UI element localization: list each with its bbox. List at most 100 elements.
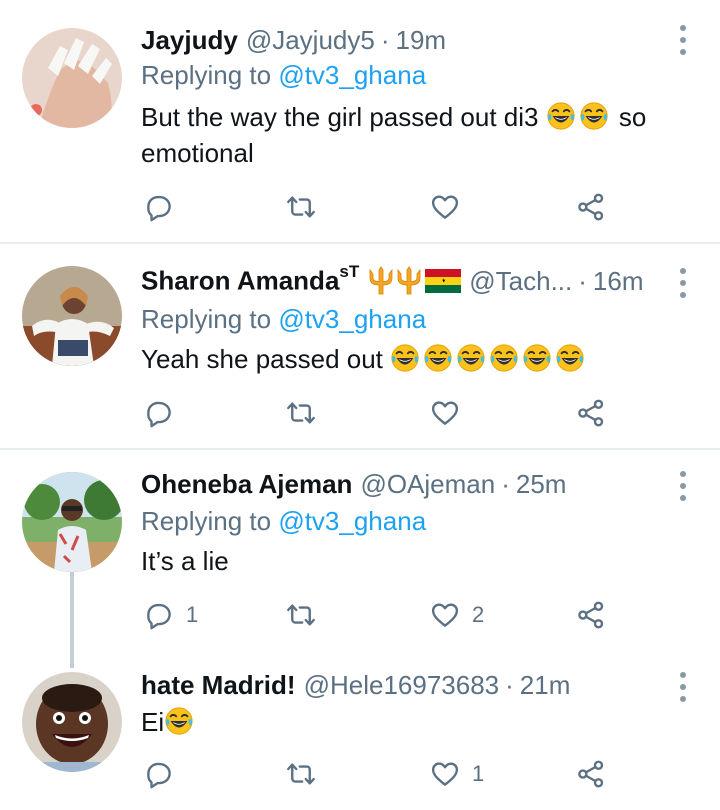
share-button[interactable] xyxy=(576,190,606,224)
tweet-hate-madrid[interactable]: hate Madrid! @Hele16973683 · 21m Ei 1 xyxy=(0,660,720,810)
laughing-emoji xyxy=(546,101,576,131)
display-name[interactable]: Jayjudy xyxy=(141,25,238,56)
avatar[interactable] xyxy=(22,28,122,128)
more-options-icon[interactable] xyxy=(676,25,690,55)
laughing-emoji xyxy=(522,343,552,373)
tweet-text: But the way the girl passed out di3 so e… xyxy=(141,99,691,171)
share-icon xyxy=(576,192,606,222)
share-button[interactable] xyxy=(576,396,606,430)
tweet-text: It’s a lie xyxy=(141,543,691,579)
like-icon xyxy=(430,600,460,630)
tweet-header: Jayjudy @Jayjudy5 · 19m xyxy=(141,20,446,60)
display-name[interactable]: hate Madrid! xyxy=(141,670,296,701)
action-bar xyxy=(0,396,720,430)
avatar[interactable] xyxy=(22,472,122,572)
tweet-oheneba-ajeman[interactable]: Oheneba Ajeman @OAjeman · 25m Replying t… xyxy=(0,450,720,660)
username-handle[interactable]: @Jayjudy5 xyxy=(246,25,375,56)
replying-to: Replying to @tv3_ghana xyxy=(141,506,426,537)
retweet-button[interactable] xyxy=(286,190,316,224)
timestamp[interactable]: 16m xyxy=(593,266,644,297)
reply-icon xyxy=(144,600,174,630)
tweet-jayjudy[interactable]: Jayjudy @Jayjudy5 · 19m Replying to @tv3… xyxy=(0,0,720,242)
tweet-header: Sharon AmandasT @Tach... · 16m xyxy=(141,261,643,301)
share-icon xyxy=(576,398,606,428)
separator-dot: · xyxy=(501,468,510,499)
like-button[interactable] xyxy=(430,396,472,430)
tweet-header: hate Madrid! @Hele16973683 · 21m xyxy=(141,665,570,705)
retweet-icon xyxy=(286,600,316,630)
retweet-icon xyxy=(286,192,316,222)
timestamp[interactable]: 25m xyxy=(516,469,567,500)
action-bar: 1 xyxy=(0,757,720,791)
replying-to-mention[interactable]: @tv3_ghana xyxy=(278,304,426,334)
laughing-emoji xyxy=(390,343,420,373)
tweet-header: Oheneba Ajeman @OAjeman · 25m xyxy=(141,464,566,504)
more-options-icon[interactable] xyxy=(676,268,690,298)
like-icon xyxy=(430,192,460,222)
timestamp[interactable]: 21m xyxy=(520,670,571,701)
tweet-text-main: But the way the girl passed out di3 xyxy=(141,102,546,132)
share-icon xyxy=(576,600,606,630)
action-bar: 1 2 xyxy=(0,598,720,632)
tweet-text-main: Ei xyxy=(141,707,165,737)
trident-emoji xyxy=(395,266,423,296)
trident-emoji xyxy=(367,266,395,296)
replying-to-label: Replying to xyxy=(141,304,279,334)
like-count: 2 xyxy=(472,602,485,627)
replying-to-mention[interactable]: @tv3_ghana xyxy=(278,506,426,536)
replying-to-mention[interactable]: @tv3_ghana xyxy=(278,60,426,90)
laughing-emoji xyxy=(489,343,519,373)
like-icon xyxy=(430,759,460,789)
more-options-icon[interactable] xyxy=(676,672,690,702)
laughing-emoji xyxy=(423,343,453,373)
reply-button[interactable] xyxy=(144,396,186,430)
reply-button[interactable] xyxy=(144,190,186,224)
laughing-emoji xyxy=(579,101,609,131)
like-count: 1 xyxy=(472,761,485,786)
tweet-text: Ei xyxy=(141,704,691,740)
name-superscript: sT xyxy=(339,262,360,282)
retweet-button[interactable] xyxy=(286,396,316,430)
laughing-emoji xyxy=(164,706,194,736)
replying-to-label: Replying to xyxy=(141,506,279,536)
reply-icon xyxy=(144,759,174,789)
like-button[interactable]: 1 xyxy=(430,757,484,791)
reply-icon xyxy=(144,398,174,428)
separator-dot: · xyxy=(380,24,390,55)
reply-button[interactable]: 1 xyxy=(144,598,198,632)
tweet-text-main: Yeah she passed out xyxy=(141,344,391,374)
display-name[interactable]: Oheneba Ajeman xyxy=(141,469,352,500)
replying-to: Replying to @tv3_ghana xyxy=(141,304,426,335)
retweet-icon xyxy=(286,759,316,789)
reply-icon xyxy=(144,192,174,222)
like-button[interactable] xyxy=(430,190,472,224)
separator-dot: · xyxy=(505,669,514,700)
username-handle[interactable]: @Hele16973683 xyxy=(304,670,500,701)
share-icon xyxy=(576,759,606,789)
action-bar xyxy=(0,190,720,224)
tweet-text-main: It’s a lie xyxy=(141,546,229,576)
username-handle[interactable]: @OAjeman xyxy=(360,469,495,500)
ghana-flag-emoji xyxy=(425,269,462,293)
like-icon xyxy=(430,398,460,428)
timestamp[interactable]: 19m xyxy=(396,25,447,56)
retweet-button[interactable] xyxy=(286,598,316,632)
retweet-button[interactable] xyxy=(286,757,316,791)
more-options-icon[interactable] xyxy=(676,471,690,501)
tweet-text-line2: emotional xyxy=(141,138,254,168)
laughing-emoji xyxy=(555,343,585,373)
laughing-emoji xyxy=(456,343,486,373)
like-button[interactable]: 2 xyxy=(430,598,484,632)
avatar[interactable] xyxy=(22,266,122,366)
username-handle[interactable]: @Tach... xyxy=(469,266,572,297)
share-button[interactable] xyxy=(576,757,606,791)
replying-to-label: Replying to xyxy=(141,60,279,90)
reply-button[interactable] xyxy=(144,757,186,791)
display-name[interactable]: Sharon AmandasT xyxy=(141,262,360,297)
share-button[interactable] xyxy=(576,598,606,632)
separator-dot: · xyxy=(578,265,587,296)
tweet-sharon-amanda[interactable]: Sharon AmandasT @Tach... · 16m Replying … xyxy=(0,244,720,448)
tweet-text-after: so xyxy=(611,102,647,132)
replying-to: Replying to @tv3_ghana xyxy=(141,60,426,91)
retweet-icon xyxy=(286,398,316,428)
